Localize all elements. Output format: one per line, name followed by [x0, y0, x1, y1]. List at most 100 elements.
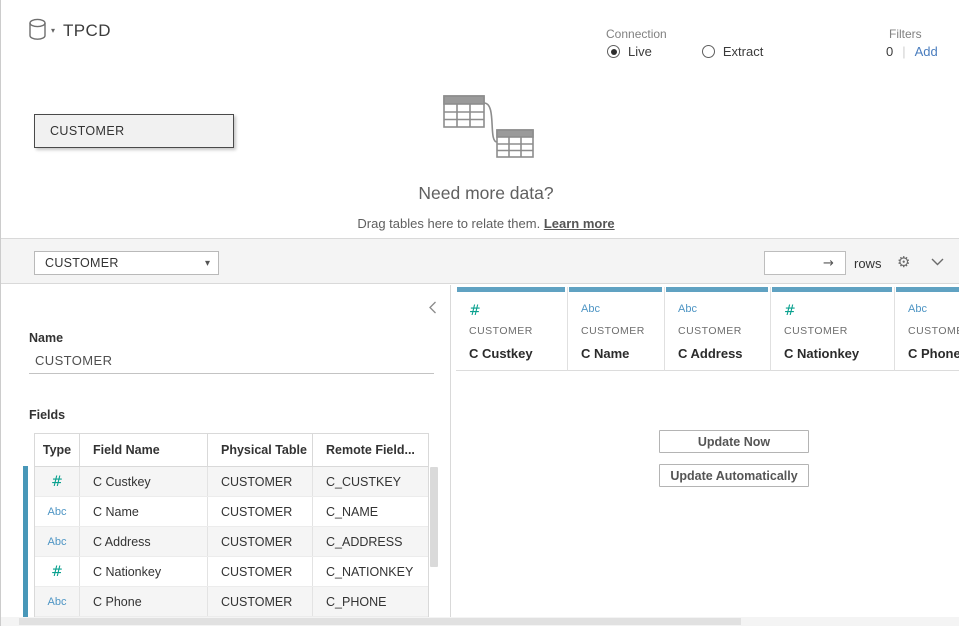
- connection-label: Connection: [606, 27, 667, 41]
- radio-live[interactable]: [607, 45, 620, 58]
- column-table-label: CUSTOMER: [581, 325, 645, 337]
- header: ▾ TPCD Connection Live Extract Filters 0…: [1, 0, 959, 80]
- gear-icon[interactable]: ⚙: [897, 253, 910, 271]
- field-type-icon: #: [51, 564, 63, 580]
- preview-toolbar: CUSTOMER ▾ → rows ⚙: [1, 238, 959, 284]
- relationship-canvas[interactable]: CUSTOMER Need more data? Drag tables her…: [1, 80, 959, 238]
- column-table-label: CUSTOMER: [469, 325, 533, 337]
- field-type-cell: Abc: [35, 527, 80, 556]
- radio-extract-label[interactable]: Extract: [723, 44, 763, 59]
- remote-field-cell: C_ADDRESS: [313, 527, 428, 556]
- column-field-label: C Nationkey: [784, 346, 859, 361]
- physical-table-cell: CUSTOMER: [208, 587, 313, 616]
- rows-count-field: →: [764, 251, 846, 275]
- table-row[interactable]: # C Nationkey CUSTOMER C_NATIONKEY: [35, 557, 428, 587]
- learn-more-link[interactable]: Learn more: [544, 216, 615, 231]
- filters-row: 0 | Add: [886, 44, 938, 59]
- filters-divider: |: [902, 44, 905, 59]
- add-filter-link[interactable]: Add: [915, 44, 938, 59]
- field-name-cell: C Phone: [80, 587, 208, 616]
- field-type-cell: Abc: [35, 587, 80, 616]
- column-field-label: C Custkey: [469, 346, 533, 361]
- column-table-label: CUSTOMER: [908, 325, 959, 337]
- go-arrow-icon[interactable]: →: [823, 256, 834, 271]
- table-row[interactable]: Abc C Address CUSTOMER C_ADDRESS: [35, 527, 428, 557]
- column-accent-bar: [772, 287, 892, 292]
- customer-table-pill[interactable]: CUSTOMER: [34, 114, 234, 148]
- remote-field-cell: C_NATIONKEY: [313, 557, 428, 586]
- column-accent-bar: [569, 287, 662, 292]
- empty-state-subtitle-text: Drag tables here to relate them.: [357, 216, 543, 231]
- column-type-icon: Abc: [581, 303, 600, 315]
- db-caret-icon: ▾: [51, 26, 55, 35]
- column-field-label: C Phone: [908, 346, 959, 361]
- col-header-remote-field[interactable]: Remote Field...: [313, 434, 428, 466]
- grid-column-header[interactable]: # CUSTOMER C Nationkey: [771, 287, 895, 371]
- field-type-cell: #: [35, 467, 80, 496]
- column-type-icon: Abc: [678, 303, 697, 315]
- field-name-cell: C Custkey: [80, 467, 208, 496]
- remote-field-cell: C_PHONE: [313, 587, 428, 616]
- column-table-label: CUSTOMER: [784, 325, 848, 337]
- empty-state-title: Need more data?: [241, 183, 731, 204]
- table-row[interactable]: # C Custkey CUSTOMER C_CUSTKEY: [35, 467, 428, 497]
- datasource-page: ▾ TPCD Connection Live Extract Filters 0…: [0, 0, 959, 626]
- empty-state-subtitle: Drag tables here to relate them. Learn m…: [241, 216, 731, 231]
- table-select[interactable]: CUSTOMER ▾: [34, 251, 219, 275]
- grid-column-headers: # CUSTOMER C Custkey Abc CUSTOMER C Name…: [456, 287, 959, 371]
- grid-column-header[interactable]: # CUSTOMER C Custkey: [456, 287, 568, 371]
- page-title: TPCD: [63, 21, 111, 41]
- rows-label: rows: [854, 256, 881, 271]
- name-input[interactable]: [29, 348, 434, 374]
- field-type-cell: Abc: [35, 497, 80, 526]
- field-type-icon: Abc: [48, 536, 67, 548]
- remote-field-cell: C_NAME: [313, 497, 428, 526]
- field-name-cell: C Address: [80, 527, 208, 556]
- grid-column-header[interactable]: Abc CUSTOMER C Phone: [895, 287, 959, 371]
- filters-label: Filters: [889, 27, 922, 41]
- grid-column-header[interactable]: Abc CUSTOMER C Name: [568, 287, 665, 371]
- radio-extract[interactable]: [702, 45, 715, 58]
- physical-table-cell: CUSTOMER: [208, 527, 313, 556]
- column-field-label: C Address: [678, 346, 743, 361]
- col-header-field-name[interactable]: Field Name: [80, 434, 208, 466]
- radio-live-label[interactable]: Live: [628, 44, 652, 59]
- field-type-icon: Abc: [48, 596, 67, 608]
- table-details-panel: Name Fields Type Field Name Physical Tab…: [1, 285, 451, 626]
- database-icon: [28, 18, 47, 41]
- data-preview-grid: # CUSTOMER C Custkey Abc CUSTOMER C Name…: [452, 285, 959, 626]
- fields-table: Type Field Name Physical Table Remote Fi…: [34, 433, 429, 626]
- tables-illustration-icon: [441, 90, 541, 162]
- connection-options: Live Extract: [607, 44, 763, 59]
- field-type-icon: #: [51, 474, 63, 490]
- fields-table-body: # C Custkey CUSTOMER C_CUSTKEY Abc C Nam…: [35, 467, 428, 617]
- col-header-physical-table[interactable]: Physical Table: [208, 434, 313, 466]
- column-type-icon: #: [784, 303, 796, 319]
- table-row[interactable]: Abc C Phone CUSTOMER C_PHONE: [35, 587, 428, 617]
- chevron-down-icon[interactable]: [931, 258, 944, 266]
- rows-input[interactable]: [765, 253, 821, 273]
- field-type-icon: Abc: [48, 506, 67, 518]
- collapse-panel-icon[interactable]: [429, 301, 437, 314]
- datasource-menu[interactable]: ▾: [28, 18, 55, 41]
- grid-column-header[interactable]: Abc CUSTOMER C Address: [665, 287, 771, 371]
- field-name-cell: C Nationkey: [80, 557, 208, 586]
- selected-rows-accent: [23, 466, 28, 626]
- fields-label: Fields: [29, 408, 65, 422]
- column-accent-bar: [666, 287, 768, 292]
- filters-count: 0: [886, 44, 893, 59]
- select-caret-icon: ▾: [205, 258, 210, 269]
- update-automatically-button[interactable]: Update Automatically: [659, 464, 809, 487]
- table-row[interactable]: Abc C Name CUSTOMER C_NAME: [35, 497, 428, 527]
- remote-field-cell: C_CUSTKEY: [313, 467, 428, 496]
- update-now-button[interactable]: Update Now: [659, 430, 809, 453]
- name-label: Name: [29, 331, 63, 345]
- table-select-value: CUSTOMER: [45, 256, 205, 270]
- column-accent-bar: [457, 287, 565, 292]
- field-type-cell: #: [35, 557, 80, 586]
- col-header-type[interactable]: Type: [35, 434, 80, 466]
- physical-table-cell: CUSTOMER: [208, 497, 313, 526]
- field-name-cell: C Name: [80, 497, 208, 526]
- fields-scrollbar-thumb[interactable]: [430, 467, 438, 567]
- horizontal-scrollbar-thumb[interactable]: [19, 618, 741, 625]
